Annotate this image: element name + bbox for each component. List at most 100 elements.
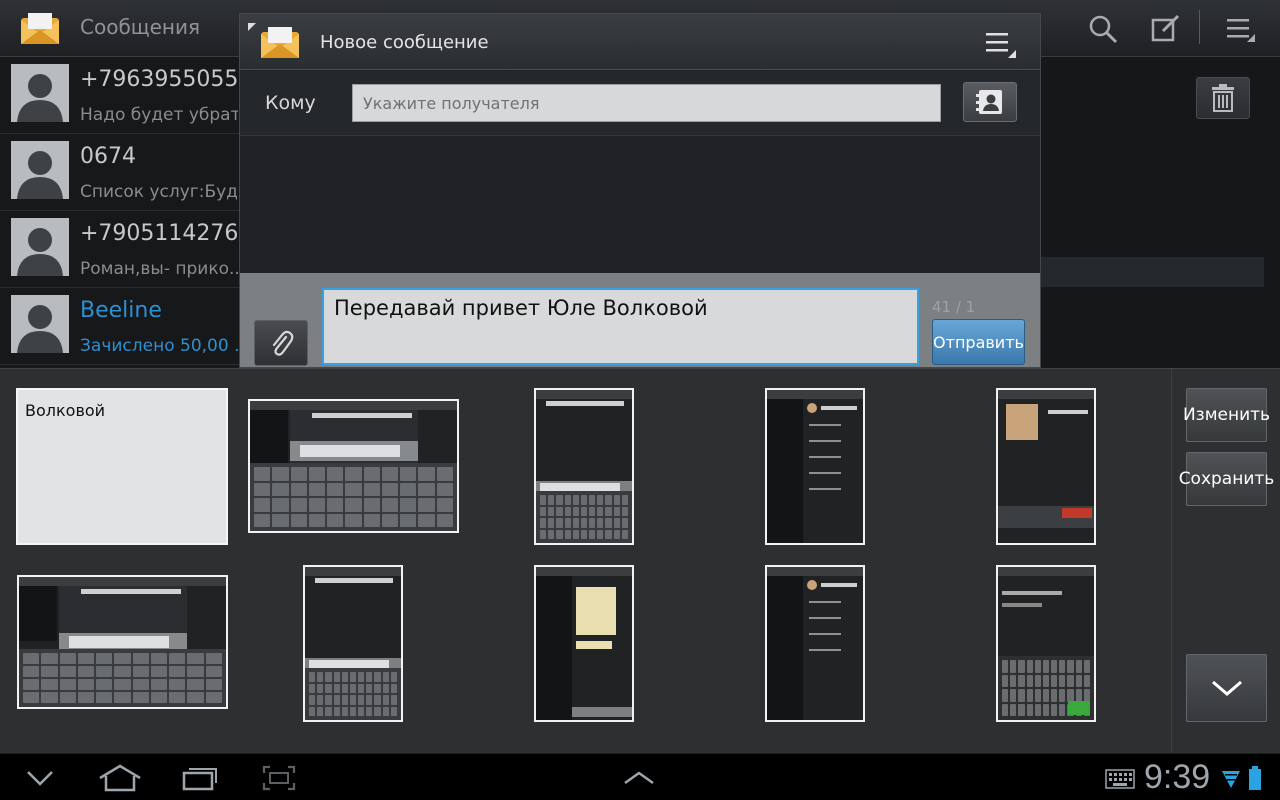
- back-button[interactable]: [15, 762, 65, 794]
- keyboard-key: [1034, 674, 1041, 687]
- dialog-menu-button[interactable]: [984, 30, 1016, 58]
- conversation-item[interactable]: Beeline Зачислено 50,00 ...: [0, 288, 240, 365]
- recipient-input[interactable]: [352, 84, 941, 122]
- screenshot-button[interactable]: [254, 762, 304, 794]
- keyboard-key: [1067, 674, 1074, 687]
- keyboard-key: [436, 513, 453, 527]
- recent-app-thumbnail[interactable]: [248, 399, 459, 533]
- keyboard-key: [597, 518, 604, 528]
- keyboard-key: [358, 695, 365, 705]
- keyboard-key: [59, 679, 76, 690]
- keyboard-key: [564, 506, 571, 516]
- clipboard-text-item[interactable]: Волковой: [16, 388, 228, 545]
- keyboard-key: [1018, 703, 1025, 716]
- keyboard-key: [254, 467, 271, 481]
- keyboard-key: [1002, 660, 1009, 673]
- keyboard-key: [548, 518, 555, 528]
- mini-apps-tray-button[interactable]: [614, 762, 664, 794]
- keyboard-key: [1002, 689, 1009, 702]
- keyboard-key: [1083, 674, 1090, 687]
- keyboard-key: [41, 692, 58, 703]
- send-button[interactable]: Отправить: [932, 319, 1025, 365]
- corner-indicator-icon: [248, 23, 256, 31]
- keyboard-key: [381, 513, 399, 527]
- delete-button[interactable]: [1196, 77, 1250, 119]
- keyboard-key: [327, 498, 344, 512]
- keyboard-key: [418, 513, 435, 527]
- keyboard-key: [254, 482, 271, 496]
- overflow-menu-button[interactable]: [1220, 10, 1260, 48]
- conversation-list: +79639550550 Надо будет убрать... 0674 С…: [0, 57, 252, 368]
- recent-app-thumbnail[interactable]: [534, 565, 634, 722]
- compose-button[interactable]: [1146, 10, 1186, 48]
- keyboard-key: [205, 653, 222, 664]
- keyboard-key: [317, 683, 324, 693]
- home-button[interactable]: [95, 762, 145, 794]
- keyboard-key: [1018, 689, 1025, 702]
- keyboard-key: [333, 706, 340, 716]
- keyboard-key: [597, 529, 604, 539]
- pick-contact-button[interactable]: [963, 82, 1017, 122]
- keyboard-key: [381, 467, 399, 481]
- keyboard-key: [572, 495, 579, 505]
- keyboard-key: [272, 513, 289, 527]
- keyboard-key: [580, 518, 588, 528]
- recent-app-thumbnail[interactable]: [534, 388, 634, 545]
- keyboard-key: [333, 695, 340, 705]
- recent-app-thumbnail[interactable]: [303, 565, 403, 722]
- save-button[interactable]: Сохранить: [1179, 452, 1274, 506]
- conversation-item[interactable]: 0674 Список услуг:Буд...: [0, 134, 240, 211]
- keyboard-key: [381, 482, 399, 496]
- conversation-item[interactable]: +79051142765 Роман,вы- прико...: [0, 211, 252, 288]
- recent-app-thumbnail[interactable]: [996, 388, 1096, 545]
- recent-app-thumbnail[interactable]: [765, 388, 865, 545]
- keyboard-key: [381, 498, 399, 512]
- recent-app-thumbnail[interactable]: [996, 565, 1096, 722]
- attach-button[interactable]: [254, 320, 308, 366]
- keyboard-key: [96, 692, 113, 703]
- keyboard-key: [374, 695, 381, 705]
- keyboard-key: [572, 518, 579, 528]
- keyboard-key: [327, 482, 344, 496]
- recent-app-thumbnail[interactable]: [17, 575, 228, 709]
- keyboard-key: [132, 653, 149, 664]
- keyboard-key: [580, 506, 588, 516]
- keyboard-key: [418, 482, 435, 496]
- keyboard-key: [205, 666, 222, 677]
- keyboard-key: [613, 529, 620, 539]
- conversation-sender: +79051142765: [80, 221, 253, 246]
- conversation-item[interactable]: +79639550550 Надо будет убрать...: [0, 57, 252, 134]
- keyboard-key: [597, 495, 604, 505]
- keyboard-key: [605, 529, 612, 539]
- recent-app-thumbnail[interactable]: [765, 565, 865, 722]
- keyboard-key: [1034, 689, 1041, 702]
- keyboard-key: [400, 513, 417, 527]
- keyboard-key: [132, 692, 149, 703]
- conversation-snippet: Зачислено 50,00 ...: [80, 336, 238, 356]
- keyboard-key: [290, 498, 307, 512]
- keyboard-key: [77, 653, 95, 664]
- messages-app-icon[interactable]: [20, 12, 60, 46]
- recent-apps-button[interactable]: [175, 762, 225, 794]
- keyboard-key: [1018, 674, 1025, 687]
- keyboard-key: [1026, 674, 1033, 687]
- keyboard-key: [187, 666, 204, 677]
- keyboard-key: [1059, 674, 1066, 687]
- keyboard-key: [41, 666, 58, 677]
- keyboard-key: [1010, 703, 1017, 716]
- status-clock[interactable]: 9:39: [1144, 758, 1210, 797]
- search-button[interactable]: [1083, 10, 1123, 48]
- keyboard-key: [580, 529, 588, 539]
- screenshot-icon: [262, 765, 296, 791]
- recent-apps-icon: [182, 768, 217, 791]
- keyboard-key: [540, 506, 547, 516]
- message-input[interactable]: [322, 288, 919, 365]
- keyboard-key: [358, 706, 365, 716]
- edit-button[interactable]: Изменить: [1183, 388, 1270, 442]
- collapse-panel-button[interactable]: [1186, 654, 1267, 722]
- keyboard-key: [613, 506, 620, 516]
- app-title: Сообщения: [80, 15, 201, 39]
- keyboard-key: [390, 683, 397, 693]
- keyboard-key: [1042, 674, 1050, 687]
- keyboard-key: [400, 498, 417, 512]
